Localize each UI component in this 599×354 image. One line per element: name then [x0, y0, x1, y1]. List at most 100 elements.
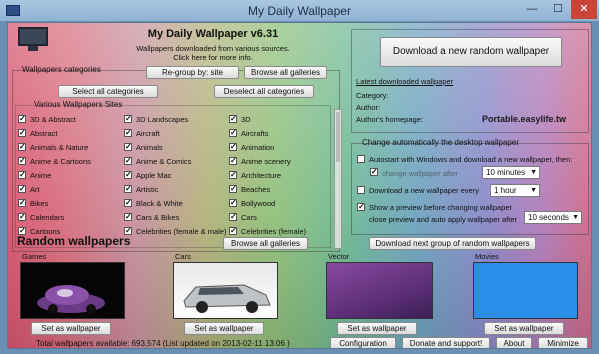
category-checkbox[interactable]: [124, 142, 132, 151]
close-window-button[interactable]: ✕: [571, 0, 597, 19]
category-checkbox[interactable]: [18, 184, 26, 193]
main-window: My Daily Wallpaper v6.31 Wallpapers down…: [7, 22, 592, 349]
auto-apply-label: close preview and auto apply wallpaper a…: [369, 215, 518, 224]
category-checkbox[interactable]: [124, 198, 132, 207]
category-label: Celebrities (female & male): [136, 227, 227, 236]
change-after-checkbox[interactable]: [370, 167, 378, 176]
chevron-down-icon: ▼: [530, 187, 537, 194]
category-checkbox[interactable]: [124, 226, 132, 235]
category-checkbox[interactable]: [18, 142, 26, 151]
download-every-checkbox[interactable]: [357, 186, 365, 194]
set-as-wallpaper-button[interactable]: Set as wallpaper: [31, 322, 111, 335]
chevron-down-icon: ▼: [572, 214, 579, 221]
category-label: Celebrities (female): [241, 227, 307, 236]
sites-legend: Various Wallpapers Sites: [34, 100, 123, 109]
category-checkbox[interactable]: [18, 212, 26, 221]
autostart-checkbox[interactable]: [357, 155, 365, 163]
preview-timeout-value: 10 seconds: [528, 213, 569, 222]
browse-all-galleries-button[interactable]: Browse all galleries: [244, 66, 327, 79]
category-checkbox[interactable]: [124, 114, 132, 123]
category-checkbox[interactable]: [18, 226, 26, 235]
category-checkbox[interactable]: [229, 156, 237, 165]
category-label: Black & White: [136, 199, 183, 208]
set-as-wallpaper-button[interactable]: Set as wallpaper: [337, 322, 417, 335]
category-label: Anime & Cartoons: [30, 157, 91, 166]
select-all-categories-button[interactable]: Select all categories: [58, 85, 158, 98]
autostart-label: Autostart with Windows and download a ne…: [369, 155, 573, 164]
about-button[interactable]: About: [496, 337, 532, 348]
vector-thumbnail[interactable]: [326, 262, 433, 319]
category-checkbox[interactable]: [18, 128, 26, 137]
deselect-all-categories-button[interactable]: Deselect all categories: [214, 85, 314, 98]
homepage-info-label: Author's homepage:: [356, 115, 423, 124]
category-checkbox[interactable]: [18, 156, 26, 165]
cars-thumbnail[interactable]: [173, 262, 278, 319]
category-checkbox[interactable]: [18, 170, 26, 179]
category-checkbox[interactable]: [124, 128, 132, 137]
category-checkbox[interactable]: [18, 114, 26, 123]
more-info-link[interactable]: Click here for more info.: [98, 53, 328, 62]
category-checkbox[interactable]: [124, 212, 132, 221]
category-label: Anime: [30, 171, 52, 180]
category-label: Bollywood: [241, 199, 276, 208]
categories-scrollbar[interactable]: [334, 109, 342, 249]
thumbnail-caption: Cars: [175, 252, 191, 261]
category-checkbox[interactable]: [229, 212, 237, 221]
category-label: Bikes: [30, 199, 49, 208]
regroup-button[interactable]: Re-group by: site: [146, 66, 239, 79]
thumbnail-caption: Vector: [328, 252, 350, 261]
latest-wallpaper-link[interactable]: Latest downloaded wallpaper: [356, 77, 453, 86]
category-label: 3D: [241, 115, 251, 124]
category-label: Calendars: [30, 213, 65, 222]
app-subtitle: Wallpapers downloaded from various sourc…: [136, 44, 290, 53]
show-preview-label: Show a preview before changing wallpaper: [369, 203, 513, 212]
monitor-icon: [18, 27, 48, 51]
category-label: Architecture: [241, 171, 282, 180]
set-as-wallpaper-button[interactable]: Set as wallpaper: [184, 322, 264, 335]
category-label: Animals: [136, 143, 163, 152]
download-every-value: 1 hour: [494, 186, 517, 195]
movies-thumbnail[interactable]: [473, 262, 578, 319]
category-checkbox[interactable]: [229, 114, 237, 123]
category-label: Art: [30, 185, 40, 194]
category-checkbox[interactable]: [124, 184, 132, 193]
category-checkbox[interactable]: [229, 226, 237, 235]
minimize-window-button[interactable]: —: [519, 0, 545, 19]
title-bar: My Daily Wallpaper — ☐ ✕: [0, 0, 599, 22]
scrollbar-thumb[interactable]: [336, 112, 340, 162]
category-label: Anime & Comics: [136, 157, 192, 166]
category-checkbox[interactable]: [18, 198, 26, 207]
category-checkbox[interactable]: [229, 184, 237, 193]
author-info-label: Author:: [356, 103, 381, 112]
maximize-window-button[interactable]: ☐: [545, 0, 571, 19]
category-label: Animals & Nature: [30, 143, 89, 152]
category-label: Cars & Bikes: [136, 213, 180, 222]
random-wallpapers-title: Random wallpapers: [17, 234, 131, 248]
browse-all-galleries-random-button[interactable]: Browse all galleries: [223, 237, 308, 250]
configuration-button[interactable]: Configuration: [330, 337, 396, 348]
change-after-select[interactable]: 10 minutes ▼: [482, 166, 540, 179]
preview-timeout-select[interactable]: 10 seconds ▼: [524, 211, 582, 224]
category-label: Abstract: [30, 129, 58, 138]
window-title: My Daily Wallpaper: [248, 4, 351, 18]
category-checkbox[interactable]: [229, 128, 237, 137]
minimize-button[interactable]: Minimize: [538, 337, 588, 348]
category-checkbox[interactable]: [124, 170, 132, 179]
category-label: Aircraft: [136, 129, 160, 138]
download-random-wallpaper-button[interactable]: Download a new random wallpaper: [380, 37, 562, 67]
donate-button[interactable]: Donate and support!: [402, 337, 490, 348]
set-as-wallpaper-button[interactable]: Set as wallpaper: [484, 322, 564, 335]
show-preview-checkbox[interactable]: [357, 202, 365, 211]
category-checkbox[interactable]: [229, 170, 237, 179]
download-every-select[interactable]: 1 hour ▼: [490, 184, 540, 197]
change-after-label: change wallpaper after: [382, 169, 458, 178]
category-label: Aircrafts: [241, 129, 269, 138]
download-next-group-button[interactable]: Download next group of random wallpapers: [369, 237, 536, 250]
category-checkbox[interactable]: [229, 142, 237, 151]
chevron-down-icon: ▼: [530, 169, 537, 176]
category-info-label: Category:: [356, 91, 389, 100]
category-checkbox[interactable]: [124, 156, 132, 165]
category-checkbox[interactable]: [229, 198, 237, 207]
thumbnail-caption: Games: [22, 252, 47, 261]
games-thumbnail[interactable]: [20, 262, 125, 319]
